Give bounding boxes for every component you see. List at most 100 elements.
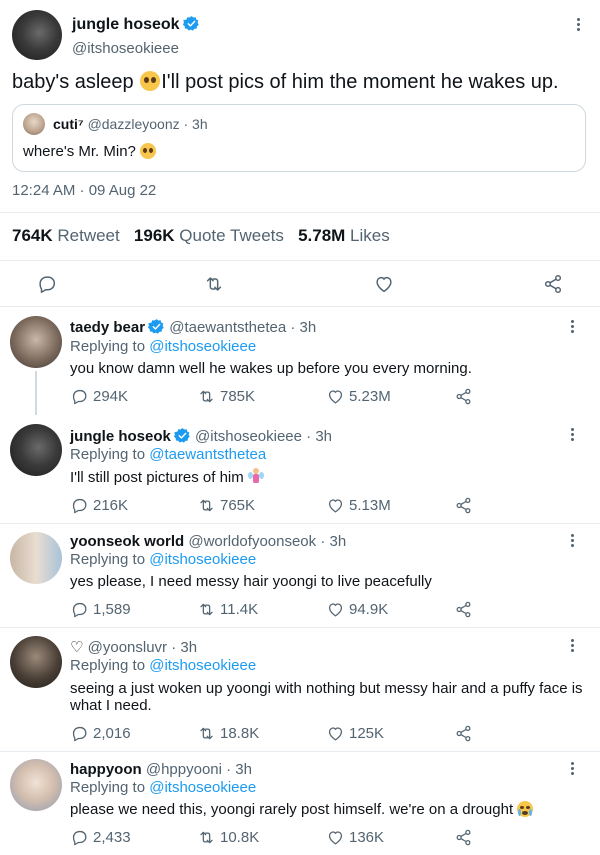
- replying-to: Replying to @itshoseokieee: [70, 551, 257, 568]
- retweet-icon: [197, 724, 216, 743]
- like-icon: [326, 724, 345, 743]
- quoted-handle: @dazzleyoonz: [87, 116, 180, 132]
- avatar[interactable]: [10, 316, 62, 368]
- like-action[interactable]: 136K: [326, 828, 384, 847]
- reply-text: please we need this, yoongi rarely post …: [70, 801, 534, 818]
- display-name[interactable]: jungle hoseok: [70, 428, 171, 445]
- share-icon[interactable]: [542, 273, 564, 295]
- handle[interactable]: @worldofyoonseok: [188, 533, 316, 550]
- time: · 3h: [226, 761, 252, 778]
- display-name[interactable]: happyoon: [70, 761, 142, 778]
- tweet-stats: 764K Retweet 196K Quote Tweets 5.78M Lik…: [12, 226, 390, 246]
- divider: [0, 212, 600, 213]
- reply-text: seeing a just woken up yoongi with nothi…: [70, 680, 583, 697]
- timestamp: 12:24 AM · 09 Aug 22: [12, 182, 157, 199]
- like-icon: [326, 496, 345, 515]
- replying-to-link[interactable]: @itshoseokieee: [149, 338, 256, 355]
- avatar[interactable]: [12, 10, 62, 60]
- fairy-emoji-icon: [247, 468, 264, 484]
- more-options-icon[interactable]: [564, 760, 580, 780]
- like-action[interactable]: 94.9K: [326, 600, 388, 619]
- avatar[interactable]: [10, 759, 62, 811]
- retweet-stat[interactable]: 764K Retweet: [12, 226, 120, 245]
- verified-badge-icon: [148, 318, 165, 335]
- handle[interactable]: @itshoseokieee: [195, 428, 302, 445]
- more-options-icon[interactable]: [570, 16, 586, 36]
- more-options-icon[interactable]: [564, 637, 580, 657]
- divider: [0, 751, 600, 752]
- share-icon[interactable]: [454, 600, 473, 619]
- display-name[interactable]: jungle hoseok: [72, 16, 180, 33]
- retweet-action[interactable]: 785K: [197, 387, 255, 406]
- replying-to: Replying to @taewantsthetea: [70, 446, 267, 463]
- reply-action[interactable]: 2,016: [70, 724, 131, 743]
- replying-to: Replying to @itshoseokieee: [70, 657, 257, 674]
- reply-icon: [70, 496, 89, 515]
- replying-to: Replying to @itshoseokieee: [70, 338, 257, 355]
- reply-text: you know damn well he wakes up before yo…: [70, 360, 472, 377]
- divider: [0, 523, 600, 524]
- reply-action[interactable]: 294K: [70, 387, 128, 406]
- handle[interactable]: @hppyooni: [146, 761, 222, 778]
- retweet-action[interactable]: 10.8K: [197, 828, 259, 847]
- divider: [0, 306, 600, 307]
- retweet-action[interactable]: 18.8K: [197, 724, 259, 743]
- divider: [0, 260, 600, 261]
- reply-action[interactable]: 216K: [70, 496, 128, 515]
- quoted-tweet[interactable]: cuti⁷ @dazzleyoonz · 3h where's Mr. Min?: [12, 104, 586, 172]
- reply-icon: [70, 600, 89, 619]
- handle[interactable]: @yoonsluvr: [88, 639, 167, 656]
- like-action[interactable]: 5.13M: [326, 496, 391, 515]
- avatar: [23, 113, 45, 135]
- retweet-action[interactable]: 765K: [197, 496, 255, 515]
- likes-stat[interactable]: 5.78M Likes: [298, 226, 390, 245]
- quote-tweets-stat[interactable]: 196K Quote Tweets: [134, 226, 284, 245]
- reply-icon: [70, 724, 89, 743]
- replying-to-link[interactable]: @itshoseokieee: [149, 657, 256, 674]
- display-name[interactable]: taedy bear: [70, 319, 145, 336]
- reply-icon: [70, 387, 89, 406]
- share-icon[interactable]: [454, 496, 473, 515]
- handle[interactable]: @taewantsthetea: [169, 319, 286, 336]
- like-action[interactable]: 125K: [326, 724, 384, 743]
- divider: [0, 627, 600, 628]
- reply-icon[interactable]: [36, 273, 58, 295]
- time: · 3h: [306, 428, 333, 445]
- replying-to-link[interactable]: @itshoseokieee: [149, 551, 256, 568]
- crying-face-emoji-icon: [517, 801, 534, 817]
- share-icon[interactable]: [454, 724, 473, 743]
- display-name[interactable]: ♡: [70, 639, 83, 656]
- tweet-text: baby's asleep I'll post pics of him the …: [12, 71, 559, 93]
- reply-text: yes please, I need messy hair yoongi to …: [70, 573, 432, 590]
- retweet-icon[interactable]: [203, 273, 225, 295]
- reply-icon: [70, 828, 89, 847]
- like-icon: [326, 828, 345, 847]
- reply-action[interactable]: 2,433: [70, 828, 131, 847]
- retweet-action[interactable]: 11.4K: [197, 600, 258, 619]
- more-options-icon[interactable]: [564, 532, 580, 552]
- retweet-icon: [197, 828, 216, 847]
- avatar[interactable]: [10, 532, 62, 584]
- replying-to: Replying to @itshoseokieee: [70, 779, 257, 796]
- share-icon[interactable]: [454, 828, 473, 847]
- replying-to-link[interactable]: @taewantsthetea: [149, 446, 266, 463]
- like-icon: [326, 600, 345, 619]
- like-icon[interactable]: [373, 273, 395, 295]
- avatar[interactable]: [10, 424, 62, 476]
- time: · 3h: [290, 319, 317, 336]
- more-options-icon[interactable]: [564, 426, 580, 446]
- verified-badge-icon: [174, 427, 191, 444]
- thread-line: [35, 371, 37, 415]
- more-options-icon[interactable]: [564, 318, 580, 338]
- reply-action[interactable]: 1,589: [70, 600, 131, 619]
- reply-text: I'll still post pictures of him: [70, 468, 264, 486]
- replying-to-link[interactable]: @itshoseokieee: [149, 779, 256, 796]
- avatar[interactable]: [10, 636, 62, 688]
- display-name[interactable]: yoonseok world: [70, 533, 184, 550]
- handle[interactable]: @itshoseokieee: [72, 40, 179, 57]
- share-icon[interactable]: [454, 387, 473, 406]
- reply-text-line2: what I need.: [70, 697, 152, 714]
- like-action[interactable]: 5.23M: [326, 387, 391, 406]
- retweet-icon: [197, 496, 216, 515]
- retweet-icon: [197, 600, 216, 619]
